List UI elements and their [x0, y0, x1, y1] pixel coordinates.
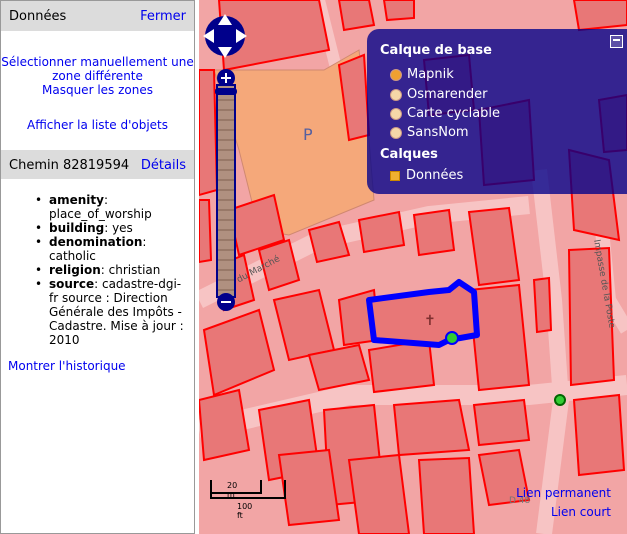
base-layer-option[interactable]: Carte cyclable: [390, 106, 500, 121]
zoom-slider-track[interactable]: [216, 84, 236, 298]
tag-item: • building: yes: [35, 221, 133, 235]
zoom-control: [215, 69, 237, 311]
tag-key: denomination: [49, 235, 143, 249]
tag-key: source: [49, 277, 95, 291]
radio-icon[interactable]: [390, 107, 402, 120]
select-area-link[interactable]: Sélectionner manuellement une zone diffé…: [1, 55, 194, 83]
scale-imperial: 100 ft: [237, 502, 253, 520]
overlay-option[interactable]: Données: [390, 168, 463, 183]
show-history-link[interactable]: Montrer l'historique: [8, 359, 126, 373]
feature-header: Chemin 82819594 Détails: [1, 150, 194, 179]
base-layer-title: Calque de base: [380, 43, 492, 58]
permalink-box: Lien permanent Lien court: [516, 484, 611, 522]
radio-selected-icon[interactable]: [390, 68, 402, 81]
tag-item: • source: cadastre-dgi-fr source : Direct…: [35, 277, 184, 347]
tag-key: amenity: [49, 193, 104, 207]
zoom-slider-handle[interactable]: [215, 88, 237, 95]
sidebar-header: Données Fermer: [1, 1, 194, 31]
tag-value: christian: [108, 263, 161, 277]
tag-value: yes: [112, 221, 133, 235]
permalink[interactable]: Lien permanent: [516, 484, 611, 503]
node-marker[interactable]: [554, 394, 566, 406]
layer-switcher: Calque de base Mapnik Osmarender Carte c…: [367, 29, 627, 194]
shortlink[interactable]: Lien court: [516, 503, 611, 522]
tag-value: place_of_worship: [49, 207, 152, 221]
tag-key: religion: [49, 263, 101, 277]
feature-title: Chemin 82819594: [9, 158, 130, 173]
scale-metric: 20 m: [227, 481, 238, 499]
overlay-title: Calques: [380, 147, 438, 162]
base-layer-option[interactable]: Osmarender: [390, 87, 488, 102]
tag-item: • amenity: place_of_worship: [35, 193, 152, 221]
minimize-icon[interactable]: [610, 35, 623, 48]
hide-areas-link[interactable]: Masquer les zones: [1, 83, 194, 97]
tag-value: catholic: [49, 249, 96, 263]
base-layer-option[interactable]: Mapnik: [390, 67, 454, 82]
show-object-list-link[interactable]: Afficher la liste d'objets: [1, 118, 194, 132]
tag-item: • religion: christian: [35, 263, 161, 277]
radio-icon[interactable]: [390, 126, 402, 139]
base-layer-option[interactable]: SansNom: [390, 125, 469, 140]
close-link[interactable]: Fermer: [140, 9, 186, 24]
minus-icon: [221, 301, 231, 303]
tag-item: • denomination: catholic: [35, 235, 147, 263]
data-sidebar: Données Fermer Sélectionner manuellement…: [0, 0, 195, 534]
tag-key: building: [49, 221, 105, 235]
node-marker[interactable]: [445, 331, 459, 345]
tag-list: • amenity: place_of_worship • building: ye…: [11, 193, 186, 347]
details-link[interactable]: Détails: [141, 158, 186, 173]
parking-label: P: [303, 125, 313, 144]
sidebar-title: Données: [9, 9, 67, 24]
radio-icon[interactable]: [390, 88, 402, 101]
church-icon: ✝: [424, 313, 436, 329]
checkbox-checked-icon[interactable]: [390, 170, 400, 181]
